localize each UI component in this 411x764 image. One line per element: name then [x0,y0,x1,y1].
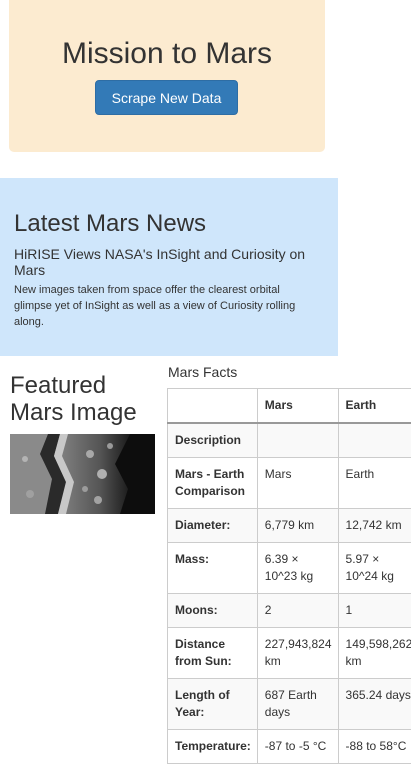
earth-value: 149,598,262 km [338,628,411,679]
earth-value: Earth [338,458,411,509]
scrape-new-data-button[interactable]: Scrape New Data [95,80,238,115]
row-label: Mars - Earth Comparison [168,458,258,509]
table-row: Description [168,423,411,458]
jumbotron-header: Mission to Mars Scrape New Data [9,0,325,152]
column-header: Mars [257,389,338,424]
row-label: Moons: [168,594,258,628]
earth-value [338,423,411,458]
row-label: Description [168,423,258,458]
earth-value: -88 to 58°C [338,730,411,764]
row-label: Diameter: [168,509,258,543]
earth-value: 1 [338,594,411,628]
mars-value: 687 Earth days [257,679,338,730]
latest-news-panel: Latest Mars News HiRISE Views NASA's InS… [0,178,338,356]
row-label: Temperature: [168,730,258,764]
table-row: Length of Year: 687 Earth days 365.24 da… [168,679,411,730]
mars-value: 2 [257,594,338,628]
news-title: HiRISE Views NASA's InSight and Curiosit… [14,246,314,278]
column-header [168,389,258,424]
table-row: Mass: 6.39 × 10^23 kg 5.97 × 10^24 kg [168,543,411,594]
mars-value: -87 to -5 °C [257,730,338,764]
mars-value [257,423,338,458]
news-paragraph: New images taken from space offer the cl… [14,282,319,330]
column-header: Earth [338,389,411,424]
row-label: Distance from Sun: [168,628,258,679]
featured-mars-image[interactable] [10,434,155,514]
table-row: Moons: 2 1 [168,594,411,628]
table-row: Diameter: 6,779 km 12,742 km [168,509,411,543]
table-row: Mars - Earth Comparison Mars Earth [168,458,411,509]
facts-caption: Mars Facts [168,364,237,380]
table-row: Distance from Sun: 227,943,824 km 149,59… [168,628,411,679]
earth-value: 365.24 days [338,679,411,730]
mars-value: 6.39 × 10^23 kg [257,543,338,594]
news-heading: Latest Mars News [14,210,206,238]
row-label: Mass: [168,543,258,594]
featured-image-heading: Featured Mars Image [10,372,160,426]
page-title: Mission to Mars [9,36,325,72]
mars-facts-table: Mars Earth Description Mars - Earth Comp… [167,388,411,764]
earth-value: 5.97 × 10^24 kg [338,543,411,594]
mars-value: 6,779 km [257,509,338,543]
row-label: Length of Year: [168,679,258,730]
table-header-row: Mars Earth [168,389,411,424]
table-row: Temperature: -87 to -5 °C -88 to 58°C [168,730,411,764]
mars-value: 227,943,824 km [257,628,338,679]
mars-terrain-image [10,434,155,514]
mars-value: Mars [257,458,338,509]
earth-value: 12,742 km [338,509,411,543]
